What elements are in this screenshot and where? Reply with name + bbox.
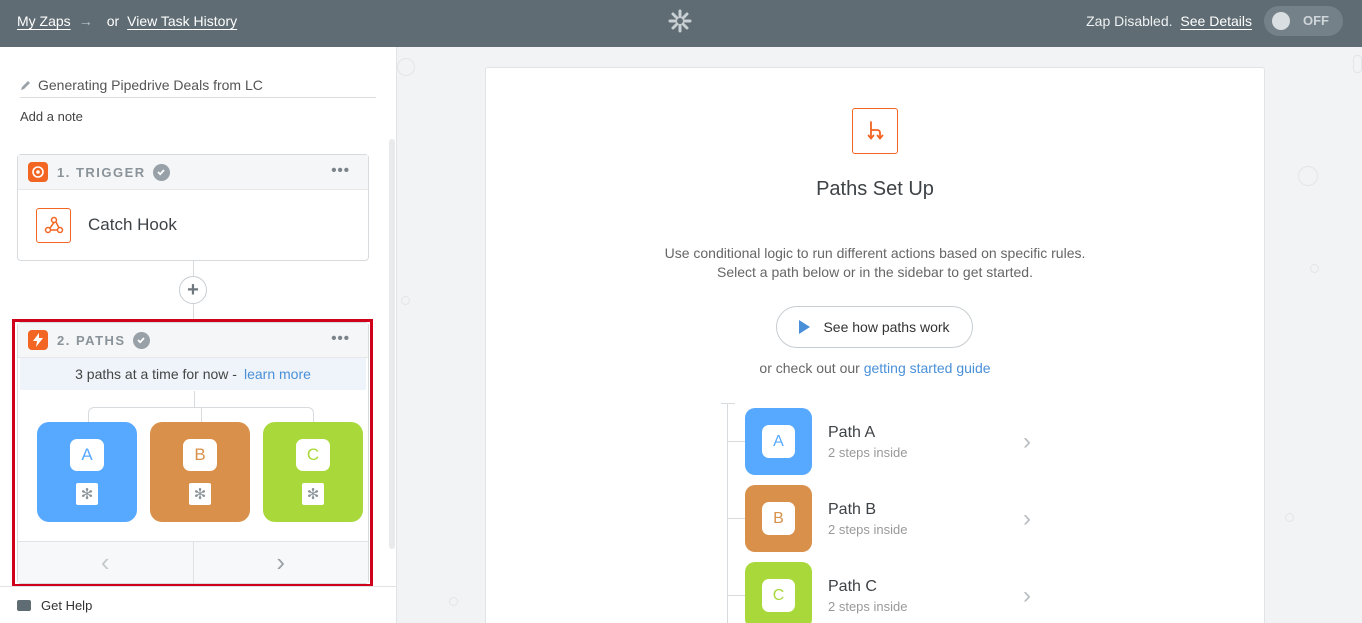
guide-prefix: or check out our — [759, 360, 860, 376]
tree-connector — [727, 595, 745, 596]
chat-bubble-icon — [17, 599, 31, 611]
zap-name-field[interactable]: Generating Pipedrive Deals from LC — [20, 77, 376, 98]
path-row-c[interactable]: C Path C 2 steps inside › — [727, 562, 1037, 623]
trigger-step-header: 1. TRIGGER ••• — [18, 155, 368, 190]
paths-prev-button[interactable]: ‹ — [18, 542, 194, 583]
background-dot — [1285, 513, 1294, 522]
page-title: Paths Set Up — [816, 178, 934, 200]
path-name: Path A — [828, 424, 876, 441]
editor-sidebar: Generating Pipedrive Deals from LC Add a… — [0, 47, 397, 623]
path-steps-count: 2 steps inside — [828, 522, 908, 537]
zap-status: Zap Disabled. See Details — [1086, 13, 1252, 29]
path-b-tile: B — [745, 485, 812, 552]
my-zaps-link[interactable]: My Zaps — [17, 13, 71, 29]
paths-step-card[interactable]: 2. PATHS ••• 3 paths at a time for now -… — [17, 322, 369, 584]
background-dot — [1310, 264, 1319, 273]
sidebar-path-b-tile[interactable]: B ✻ — [150, 422, 250, 522]
zap-on-off-toggle[interactable]: OFF — [1264, 6, 1343, 36]
pencil-icon — [21, 81, 30, 90]
path-c-tile: C — [745, 562, 812, 623]
view-task-history-link[interactable]: View Task History — [127, 13, 237, 29]
path-letter: A — [70, 439, 104, 471]
see-details-link[interactable]: See Details — [1180, 13, 1252, 29]
breadcrumb: My Zaps → or View Task History — [17, 13, 237, 29]
path-letter: A — [762, 425, 795, 458]
path-letter: C — [296, 439, 330, 471]
check-icon — [152, 163, 170, 181]
sidebar-scrollbar[interactable] — [389, 139, 395, 549]
arrow-right-icon: → — [78, 13, 93, 29]
check-icon — [132, 331, 150, 349]
paths-pagination: ‹ › — [18, 541, 368, 583]
learn-more-link[interactable]: learn more — [244, 366, 311, 382]
gear-icon: ✻ — [302, 483, 324, 505]
add-note-link[interactable]: Add a note — [20, 109, 83, 124]
chevron-right-icon: › — [1023, 428, 1031, 455]
sidebar-path-a-tile[interactable]: A ✻ — [37, 422, 137, 522]
background-dot — [449, 597, 458, 606]
paths-setup-panel: Paths Set Up Use conditional logic to ru… — [485, 67, 1265, 623]
sidebar-path-c-tile[interactable]: C ✻ — [263, 422, 363, 522]
tree-connector — [201, 407, 202, 423]
webhook-icon — [36, 207, 71, 243]
path-a-tile: A — [745, 408, 812, 475]
top-bar: My Zaps → or View Task History Zap Disab… — [0, 0, 1362, 47]
paths-icon — [852, 108, 898, 154]
description-line: Use conditional logic to run different a… — [664, 245, 1086, 261]
getting-started-guide-link[interactable]: getting started guide — [864, 360, 991, 376]
paths-step-title: 2. PATHS — [57, 332, 126, 348]
paths-limit-text: 3 paths at a time for now - — [75, 366, 237, 382]
path-steps-count: 2 steps inside — [828, 599, 908, 614]
tree-connector — [727, 441, 745, 442]
trigger-step-card[interactable]: 1. TRIGGER ••• Catch Hook — [17, 154, 369, 261]
background-dot — [397, 58, 415, 76]
zap-name-text: Generating Pipedrive Deals from LC — [38, 77, 263, 93]
paths-description: Use conditional logic to run different a… — [486, 244, 1264, 282]
trigger-more-menu-icon[interactable]: ••• — [331, 163, 350, 178]
trigger-app-name: Catch Hook — [88, 215, 177, 234]
chevron-right-icon: › — [1023, 505, 1031, 532]
paths-limit-notice: 3 paths at a time for now - learn more — [20, 358, 366, 390]
see-how-paths-work-button[interactable]: See how paths work — [776, 306, 973, 348]
path-steps-count: 2 steps inside — [828, 445, 908, 460]
background-dot — [1353, 55, 1362, 73]
add-step-button[interactable]: + — [179, 276, 207, 304]
path-letter: C — [762, 579, 795, 612]
toggle-label: OFF — [1303, 13, 1329, 28]
description-line: Select a path below or in the sidebar to… — [717, 264, 1033, 280]
path-name: Path B — [828, 501, 877, 518]
trigger-badge-icon — [28, 162, 48, 182]
paths-more-menu-icon[interactable]: ••• — [331, 331, 350, 346]
get-help-label: Get Help — [41, 597, 93, 613]
path-row-b[interactable]: B Path B 2 steps inside › — [727, 485, 1037, 552]
gear-icon: ✻ — [76, 483, 98, 505]
play-icon — [799, 320, 811, 334]
zap-status-text: Zap Disabled. — [1086, 13, 1173, 29]
trigger-step-body: Catch Hook — [18, 190, 368, 260]
path-row-a[interactable]: A Path A 2 steps inside › — [727, 408, 1037, 475]
bolt-icon — [28, 330, 48, 350]
see-how-label: See how paths work — [823, 319, 950, 335]
path-letter: B — [183, 439, 217, 471]
paths-step-header: 2. PATHS ••• — [18, 323, 368, 358]
tree-connector — [194, 391, 195, 407]
background-dot — [401, 296, 410, 305]
trigger-step-title: 1. TRIGGER — [57, 164, 146, 180]
gear-icon: ✻ — [189, 483, 211, 505]
plus-icon: + — [187, 279, 199, 301]
background-dot — [1298, 166, 1318, 186]
guide-text: or check out our getting started guide — [486, 360, 1264, 376]
paths-next-button[interactable]: › — [194, 542, 369, 583]
tree-connector — [721, 403, 735, 404]
chevron-right-icon: › — [1023, 582, 1031, 609]
path-name: Path C — [828, 578, 877, 595]
tree-connector — [727, 518, 745, 519]
zapier-logo-icon[interactable] — [668, 9, 692, 33]
or-label: or — [106, 13, 120, 29]
get-help-button[interactable]: Get Help — [0, 586, 396, 623]
path-letter: B — [762, 502, 795, 535]
toggle-knob — [1272, 12, 1290, 30]
